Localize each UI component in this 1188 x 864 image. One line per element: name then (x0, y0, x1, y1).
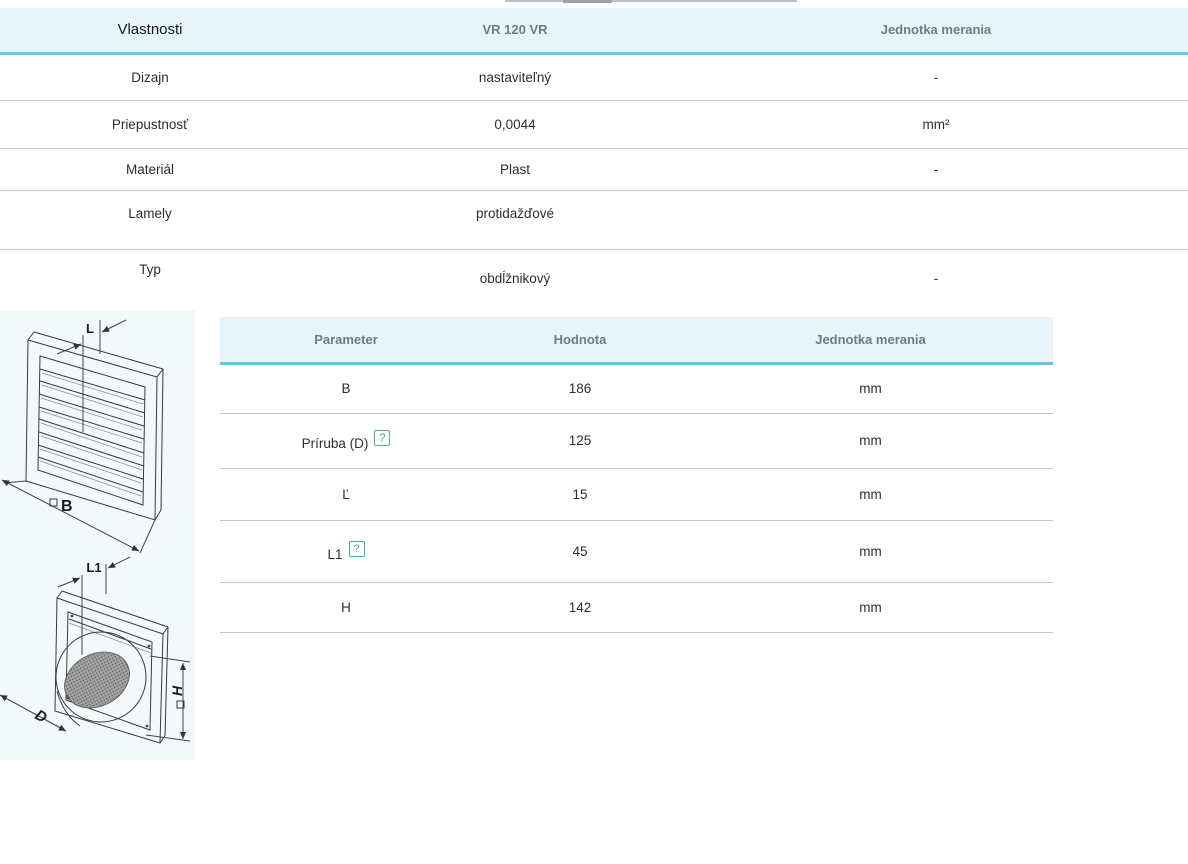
property-unit: mm² (730, 100, 1142, 148)
technical-drawing-panel: L B (0, 310, 195, 760)
properties-header-unit: Jednotka merania (730, 8, 1142, 53)
properties-header-title: Vlastnosti (0, 8, 300, 53)
dim-label-h: H (169, 685, 185, 696)
parameter-label: Ľ (342, 487, 350, 502)
property-value: nastaviteľný (300, 53, 730, 100)
property-value: 0,0044 (300, 100, 730, 148)
dimensions-header-parameter: Parameter (220, 317, 472, 363)
parameter-value: 45 (472, 520, 688, 582)
table-row: Dizajn nastaviteľný - (0, 53, 1188, 100)
grille-front-view: L B (2, 320, 163, 553)
properties-header-product: VR 120 VR (300, 8, 730, 53)
table-row: Príruba (D)? 125 mm (220, 413, 1053, 468)
table-row: B 186 mm (220, 363, 1053, 413)
property-unit: - (730, 148, 1142, 190)
dimensions-header-unit: Jednotka merania (688, 317, 1053, 363)
properties-header-spacer (1142, 8, 1188, 53)
parameter-label: H (341, 600, 351, 615)
dim-label-l1: L1 (86, 560, 101, 575)
property-unit: - (730, 53, 1142, 100)
top-edge-artifact-line (505, 0, 797, 2)
property-value: obdĺžnikový (300, 249, 730, 307)
help-icon[interactable]: ? (374, 430, 390, 446)
dim-label-b: B (61, 498, 73, 515)
dimensions-header-row: Parameter Hodnota Jednotka merania (220, 317, 1053, 363)
grille-back-view: L1 D H (0, 557, 190, 743)
property-label: Materiál (0, 148, 300, 190)
property-label: Lamely (0, 190, 300, 249)
table-row: Ľ 15 mm (220, 468, 1053, 520)
property-value: Plast (300, 148, 730, 190)
parameter-value: 186 (472, 363, 688, 413)
property-unit: - (730, 249, 1142, 307)
parameter-unit: mm (688, 413, 1053, 468)
table-row: Typ obdĺžnikový - (0, 249, 1188, 307)
dim-label-d: D (32, 707, 50, 727)
top-edge-artifact-dark (563, 0, 612, 3)
parameter-label: L1 (327, 547, 342, 562)
table-row: Materiál Plast - (0, 148, 1188, 190)
property-unit (730, 190, 1142, 249)
dimensions-header-value: Hodnota (472, 317, 688, 363)
table-row: H 142 mm (220, 582, 1053, 632)
dimensions-table: Parameter Hodnota Jednotka merania B 186… (220, 317, 1053, 633)
parameter-value: 125 (472, 413, 688, 468)
help-icon[interactable]: ? (349, 541, 365, 557)
table-row: L1? 45 mm (220, 520, 1053, 582)
table-row: Priepustnosť 0,0044 mm² (0, 100, 1188, 148)
property-value: protidažďové (300, 190, 730, 249)
property-label: Dizajn (0, 53, 300, 100)
property-label: Priepustnosť (0, 100, 300, 148)
parameter-value: 15 (472, 468, 688, 520)
parameter-value: 142 (472, 582, 688, 632)
table-row: Lamely protidažďové (0, 190, 1188, 249)
technical-drawing: L B (0, 310, 195, 760)
parameter-unit: mm (688, 582, 1053, 632)
parameter-unit: mm (688, 363, 1053, 413)
property-label: Typ (0, 249, 300, 307)
properties-header-row: Vlastnosti VR 120 VR Jednotka merania (0, 8, 1188, 53)
dim-label-l: L (86, 321, 94, 336)
parameter-label: B (341, 381, 350, 396)
product-spec-page: Vlastnosti VR 120 VR Jednotka merania Di… (0, 0, 1188, 864)
parameter-unit: mm (688, 468, 1053, 520)
parameter-unit: mm (688, 520, 1053, 582)
properties-table: Vlastnosti VR 120 VR Jednotka merania Di… (0, 8, 1188, 307)
parameter-label: Príruba (D) (302, 436, 369, 451)
